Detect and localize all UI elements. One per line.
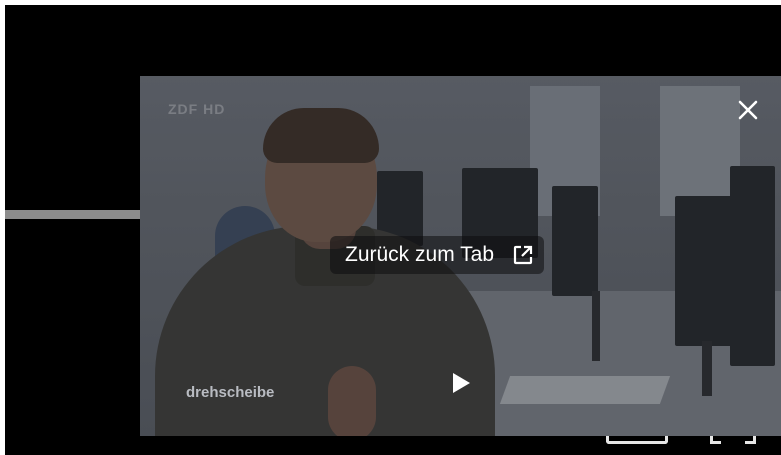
back-to-tab-button[interactable]: Zurück zum Tab	[330, 236, 544, 274]
close-button[interactable]	[731, 93, 765, 127]
play-button[interactable]	[446, 368, 476, 398]
picture-in-picture-icon[interactable]	[606, 436, 668, 444]
close-icon	[738, 100, 758, 120]
open-in-new-icon	[513, 245, 533, 265]
back-to-tab-label: Zurück zum Tab	[345, 243, 494, 266]
fullscreen-icon[interactable]	[710, 436, 756, 444]
seek-bar[interactable]	[5, 210, 141, 219]
play-icon	[453, 373, 470, 393]
picture-in-picture-window[interactable]: ZDF HD drehscheibe Zurück zum Tab	[140, 76, 781, 436]
channel-logo: ZDF HD	[168, 101, 226, 117]
show-logo: drehscheibe	[186, 384, 275, 401]
